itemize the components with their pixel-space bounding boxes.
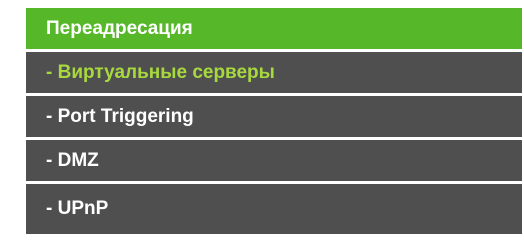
menu-item-upnp[interactable]: - UPnP — [26, 184, 522, 234]
menu-item-label: - DMZ — [46, 149, 99, 171]
menu-item-label: - Виртуальные серверы — [46, 61, 275, 83]
menu-item-label: - Port Triggering — [46, 105, 194, 127]
menu-item-port-triggering[interactable]: - Port Triggering — [26, 96, 522, 140]
menu-header-label: Переадресация — [46, 17, 193, 39]
sidebar-menu: Переадресация - Виртуальные серверы - Po… — [26, 8, 522, 234]
menu-item-label: - UPnP — [46, 198, 109, 219]
menu-item-dmz[interactable]: - DMZ — [26, 140, 522, 184]
menu-header-forwarding[interactable]: Переадресация — [26, 8, 522, 52]
menu-item-virtual-servers[interactable]: - Виртуальные серверы — [26, 52, 522, 96]
